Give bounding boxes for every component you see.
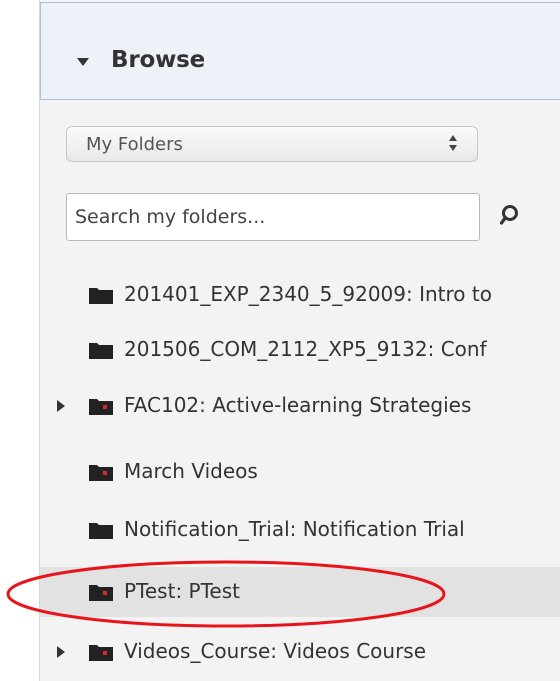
folder-label: 201401_EXP_2340_5_92009: Intro to	[124, 282, 492, 306]
browse-header[interactable]: Browse	[40, 2, 560, 100]
folder-row-videos-course[interactable]: Videos_Course: Videos Course	[40, 627, 560, 677]
folder-row-ptest[interactable]: PTest: PTest	[40, 567, 560, 617]
shared-folder-icon	[88, 582, 114, 602]
folder-scope-select[interactable]: My Folders	[66, 126, 478, 162]
folder-label: FAC102: Active-learning Strategies	[124, 393, 472, 417]
folder-label: Notification_Trial: Notification Trial	[124, 517, 465, 541]
folder-icon	[88, 340, 114, 360]
shared-folder-icon	[88, 396, 114, 416]
folder-icon	[88, 285, 114, 305]
folder-label: 201506_COM_2112_XP5_9132: Conf	[124, 337, 487, 361]
folder-icon	[88, 520, 114, 540]
expand-arrow-icon[interactable]	[57, 400, 65, 412]
shared-folder-icon	[88, 642, 114, 662]
browse-panel: Browse My Folders 201401_EXP_2340_5_9200…	[39, 0, 560, 681]
browse-title: Browse	[111, 47, 206, 73]
folder-row-march-videos[interactable]: March Videos	[40, 447, 560, 497]
collapse-caret-icon[interactable]	[77, 58, 89, 66]
folder-row-notification-trial[interactable]: Notification_Trial: Notification Trial	[40, 505, 560, 555]
search-icon[interactable]	[499, 203, 524, 227]
folder-label: PTest: PTest	[124, 579, 240, 603]
select-arrows-icon	[449, 135, 459, 153]
folder-label: March Videos	[124, 459, 258, 483]
search-folders-input[interactable]	[66, 193, 480, 241]
folder-scope-selected: My Folders	[86, 134, 183, 155]
folder-row-201506-com[interactable]: 201506_COM_2112_XP5_9132: Conf	[40, 325, 560, 375]
folder-label: Videos_Course: Videos Course	[124, 639, 427, 663]
folder-row-fac102[interactable]: FAC102: Active-learning Strategies	[40, 381, 560, 431]
folder-row-201401-exp[interactable]: 201401_EXP_2340_5_92009: Intro to	[40, 270, 560, 320]
shared-folder-icon	[88, 462, 114, 482]
expand-arrow-icon[interactable]	[57, 646, 65, 658]
